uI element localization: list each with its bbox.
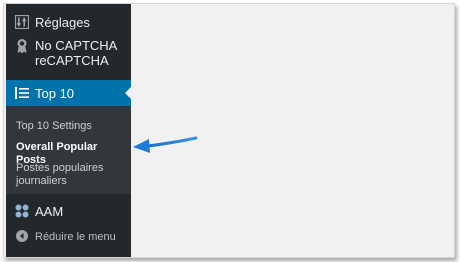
- award-icon: [15, 38, 29, 54]
- sidebar-item-label: AAM: [35, 204, 64, 219]
- settings-icon: [14, 14, 30, 30]
- screenshot-frame: Réglages No CAPTCHA reCAPTCHA Top 10 Top…: [3, 3, 455, 258]
- top-10-submenu: Top 10 Settings Overall Popular Posts Po…: [6, 106, 131, 194]
- active-pointer: [125, 87, 131, 99]
- submenu-item-daily-popular-posts[interactable]: Postes populaires journaliers: [16, 162, 124, 188]
- annotation-arrow-icon: [133, 136, 198, 153]
- list-icon: [15, 86, 29, 100]
- sidebar-item-label: Top 10: [35, 86, 75, 101]
- sidebar-item-reglages[interactable]: Réglages: [6, 9, 131, 33]
- aam-icon: [15, 204, 29, 218]
- collapse-menu-button[interactable]: Réduire le menu: [6, 225, 131, 247]
- admin-sidebar: Réglages No CAPTCHA reCAPTCHA Top 10 Top…: [6, 4, 131, 257]
- sidebar-item-label: No CAPTCHA reCAPTCHA: [35, 38, 117, 68]
- submenu-item-top-10-settings[interactable]: Top 10 Settings: [16, 120, 124, 133]
- sidebar-item-no-captcha[interactable]: No CAPTCHA reCAPTCHA: [6, 35, 131, 75]
- sidebar-item-top-10[interactable]: Top 10: [6, 80, 131, 106]
- sidebar-item-aam[interactable]: AAM: [6, 198, 131, 222]
- collapse-icon: [16, 230, 30, 244]
- sidebar-item-label: Réduire le menu: [35, 231, 116, 243]
- sidebar-item-label: Réglages: [35, 15, 90, 30]
